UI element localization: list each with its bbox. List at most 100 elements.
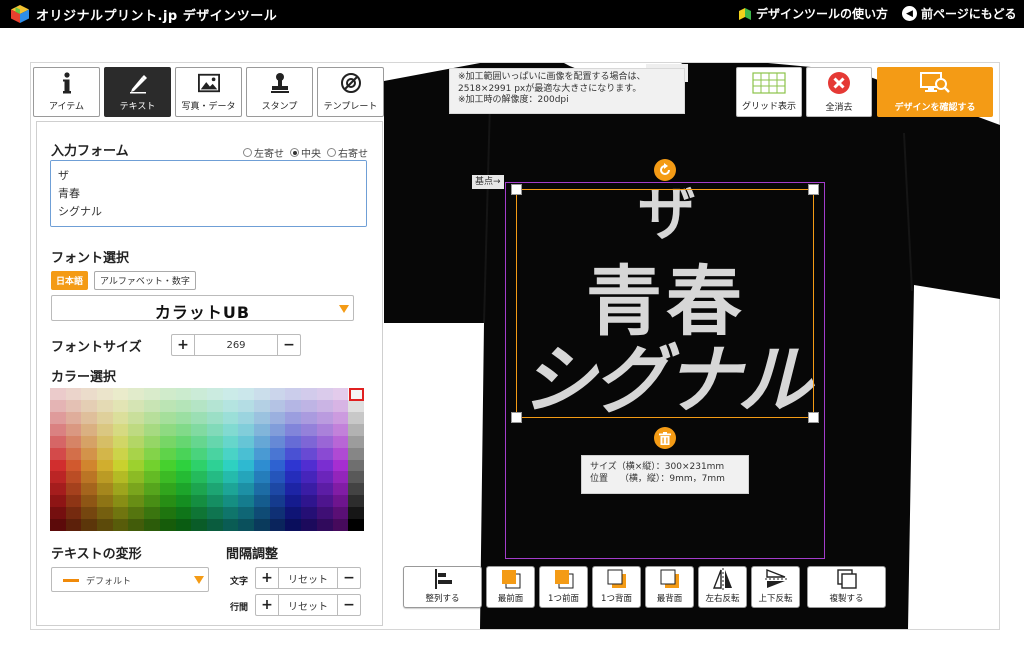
color-swatch[interactable]: [50, 435, 66, 448]
color-swatch[interactable]: [332, 435, 349, 448]
color-swatch[interactable]: [301, 519, 317, 531]
color-swatch[interactable]: [97, 471, 113, 484]
color-swatch[interactable]: [97, 519, 113, 531]
color-swatch[interactable]: [97, 388, 113, 400]
color-swatch[interactable]: [222, 519, 239, 531]
color-swatch[interactable]: [112, 423, 129, 436]
flip-vertical-button[interactable]: 上下反転: [751, 566, 800, 608]
color-swatch[interactable]: [81, 411, 98, 424]
color-swatch[interactable]: [332, 388, 349, 400]
color-swatch[interactable]: [254, 388, 270, 400]
color-swatch[interactable]: [144, 399, 160, 412]
color-swatch[interactable]: [269, 519, 286, 531]
color-swatch[interactable]: [144, 483, 160, 496]
color-swatch[interactable]: [159, 411, 176, 424]
font-size-value[interactable]: 269: [194, 335, 278, 355]
color-swatch[interactable]: [159, 519, 176, 531]
color-swatch[interactable]: [50, 447, 66, 460]
color-swatch[interactable]: [222, 471, 239, 484]
color-swatch[interactable]: [81, 495, 98, 508]
font-size-plus-button[interactable]: +: [172, 335, 194, 355]
color-swatch[interactable]: [206, 388, 223, 400]
color-swatch[interactable]: [316, 519, 333, 531]
selected-color-marker[interactable]: [349, 388, 364, 401]
color-swatch[interactable]: [285, 495, 302, 508]
color-swatch[interactable]: [191, 459, 207, 472]
color-swatch[interactable]: [285, 388, 302, 400]
color-swatch[interactable]: [238, 411, 255, 424]
color-swatch[interactable]: [348, 519, 364, 531]
color-swatch[interactable]: [81, 483, 98, 496]
color-swatch[interactable]: [254, 495, 270, 508]
color-swatch[interactable]: [285, 447, 302, 460]
color-swatch[interactable]: [301, 495, 317, 508]
color-swatch[interactable]: [206, 435, 223, 448]
font-dropdown[interactable]: カラットUB: [51, 295, 354, 322]
color-swatch[interactable]: [332, 483, 349, 496]
color-swatch[interactable]: [175, 483, 192, 496]
color-swatch[interactable]: [285, 435, 302, 448]
color-swatch[interactable]: [81, 388, 98, 400]
color-swatch[interactable]: [348, 507, 364, 520]
color-swatch[interactable]: [144, 447, 160, 460]
color-swatch[interactable]: [144, 423, 160, 436]
bring-forward-button[interactable]: 1つ前面: [539, 566, 588, 608]
tab-photo[interactable]: 写真・データ: [175, 67, 242, 117]
color-swatch[interactable]: [222, 435, 239, 448]
color-swatch[interactable]: [175, 423, 192, 436]
text-input[interactable]: ザ 青春 シグナル: [50, 160, 367, 227]
color-swatch[interactable]: [65, 471, 82, 484]
color-swatch[interactable]: [238, 447, 255, 460]
color-swatch[interactable]: [222, 388, 239, 400]
color-swatch[interactable]: [65, 519, 82, 531]
color-swatch[interactable]: [238, 483, 255, 496]
color-swatch[interactable]: [238, 435, 255, 448]
color-swatch[interactable]: [285, 471, 302, 484]
resize-handle-bottom-left[interactable]: [511, 412, 522, 423]
color-swatch[interactable]: [301, 388, 317, 400]
char-spacing-minus-button[interactable]: −: [338, 568, 360, 588]
color-swatch[interactable]: [206, 519, 223, 531]
color-swatch[interactable]: [238, 519, 255, 531]
color-swatch[interactable]: [269, 399, 286, 412]
color-swatch[interactable]: [269, 459, 286, 472]
align-right-option[interactable]: 右寄せ: [327, 145, 368, 160]
color-swatch[interactable]: [348, 399, 364, 412]
color-swatch[interactable]: [65, 483, 82, 496]
color-swatch[interactable]: [269, 423, 286, 436]
color-swatch[interactable]: [332, 411, 349, 424]
color-swatch[interactable]: [332, 519, 349, 531]
color-swatch[interactable]: [81, 399, 98, 412]
char-spacing-plus-button[interactable]: +: [256, 568, 278, 588]
color-swatch[interactable]: [238, 459, 255, 472]
color-swatch[interactable]: [65, 459, 82, 472]
color-swatch[interactable]: [316, 423, 333, 436]
color-swatch[interactable]: [332, 495, 349, 508]
color-swatch[interactable]: [269, 471, 286, 484]
color-swatch[interactable]: [50, 507, 66, 520]
color-swatch[interactable]: [206, 447, 223, 460]
font-size-minus-button[interactable]: −: [278, 335, 300, 355]
color-swatch[interactable]: [222, 399, 239, 412]
color-swatch[interactable]: [50, 519, 66, 531]
color-swatch[interactable]: [144, 519, 160, 531]
color-swatch[interactable]: [50, 483, 66, 496]
color-swatch[interactable]: [65, 435, 82, 448]
color-swatch[interactable]: [238, 423, 255, 436]
color-swatch[interactable]: [81, 435, 98, 448]
color-swatch[interactable]: [348, 423, 364, 436]
color-swatch[interactable]: [316, 447, 333, 460]
color-swatch[interactable]: [65, 423, 82, 436]
color-swatch[interactable]: [206, 399, 223, 412]
back-link[interactable]: ◀ 前ページにもどる: [902, 5, 1017, 22]
color-swatch[interactable]: [128, 471, 145, 484]
color-swatch[interactable]: [222, 459, 239, 472]
color-swatch[interactable]: [144, 495, 160, 508]
color-swatch[interactable]: [206, 459, 223, 472]
color-swatch[interactable]: [65, 399, 82, 412]
color-swatch[interactable]: [254, 483, 270, 496]
color-swatch[interactable]: [301, 507, 317, 520]
color-swatch[interactable]: [128, 483, 145, 496]
char-spacing-reset-button[interactable]: リセット: [278, 568, 338, 588]
color-swatch[interactable]: [269, 447, 286, 460]
